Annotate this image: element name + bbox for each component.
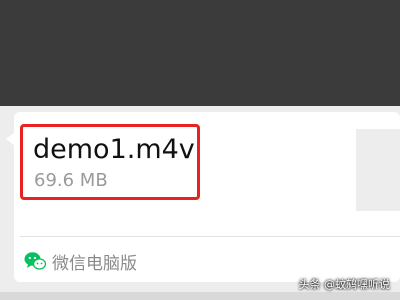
message-source: 微信电脑版 bbox=[24, 248, 137, 274]
wechat-icon bbox=[24, 252, 46, 270]
file-name: demo1.m4v bbox=[33, 134, 195, 165]
bottom-strip bbox=[0, 292, 400, 300]
bubble-divider bbox=[20, 236, 400, 237]
file-info-highlight[interactable]: demo1.m4v 69.6 MB bbox=[20, 124, 200, 200]
top-dark-area bbox=[0, 0, 400, 106]
source-label: 微信电脑版 bbox=[52, 253, 137, 274]
file-size: 69.6 MB bbox=[34, 170, 108, 191]
file-thumbnail bbox=[356, 129, 400, 211]
watermark: 头条 @蚊鸫嘿听说 bbox=[298, 278, 391, 291]
